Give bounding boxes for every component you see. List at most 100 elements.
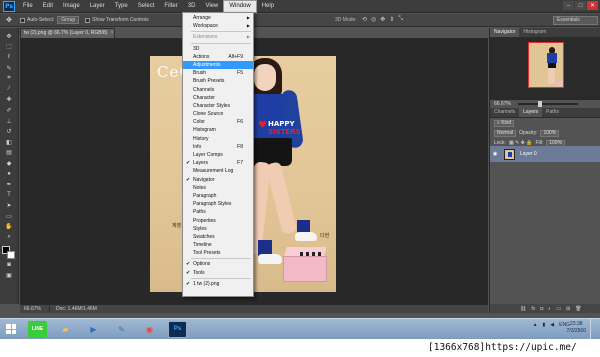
maximize-icon[interactable]: □ <box>575 1 586 10</box>
brush-tool-icon[interactable]: ✐ <box>3 105 15 116</box>
clone-stamp-tool-icon[interactable]: ⊥ <box>3 116 15 127</box>
tab-histogram[interactable]: Histogram <box>519 28 550 37</box>
tab-navigator[interactable]: Navigator <box>490 28 520 37</box>
window-menu-item-character-styles[interactable]: Character Styles <box>183 102 253 110</box>
layer-kind-filter[interactable]: ⌕ Kind <box>494 119 515 127</box>
window-menu-item-character[interactable]: Character <box>183 94 253 102</box>
minimize-icon[interactable]: – <box>563 1 574 10</box>
window-menu-item-3d[interactable]: 3D <box>183 45 253 53</box>
window-menu-item-navigator[interactable]: ✔ Navigator <box>183 176 253 184</box>
navigator-thumbnail[interactable] <box>528 42 564 88</box>
healing-brush-tool-icon[interactable]: ✚ <box>3 95 15 106</box>
window-menu-item-brush[interactable]: Brush F5 <box>183 69 253 77</box>
path-selection-tool-icon[interactable]: ➤ <box>3 201 15 212</box>
doc-size[interactable]: Doc: 1.46M/1.46M <box>50 306 97 312</box>
window-menu-item-tools[interactable]: ✔ Tools <box>183 269 253 277</box>
window-menu-item-info[interactable]: Info F8 <box>183 143 253 151</box>
zoom-tool-icon[interactable]: ⌕ <box>3 232 15 243</box>
window-menu-item-paragraph-styles[interactable]: Paragraph Styles <box>183 200 253 208</box>
pen-tool-icon[interactable]: ✒ <box>3 179 15 190</box>
auto-select-checkbox[interactable] <box>20 17 25 23</box>
dodge-tool-icon[interactable]: ● <box>3 169 15 180</box>
taskbar-photoshop[interactable]: Ps <box>168 320 187 338</box>
eraser-tool-icon[interactable]: ◧ <box>3 137 15 148</box>
slide-3d-icon[interactable]: ⇕ <box>389 16 394 23</box>
visibility-eye-icon[interactable]: ◉ <box>490 151 500 157</box>
marquee-tool-icon[interactable]: ⬚ <box>3 42 15 53</box>
zoom-slider-knob[interactable] <box>537 101 542 107</box>
navigator-preview[interactable] <box>490 38 600 100</box>
move-tool-icon[interactable]: ✥ <box>4 16 14 25</box>
drag-3d-icon[interactable]: ✥ <box>380 16 385 23</box>
window-menu-item-1-tw-2-png[interactable]: ✔ 1 tw (2).png <box>183 280 253 288</box>
window-menu-item-actions[interactable]: Actions Alt+F9 <box>183 53 253 61</box>
crop-tool-icon[interactable]: ⌗ <box>3 73 15 84</box>
menu-image[interactable]: Image <box>58 0 85 13</box>
eyedropper-tool-icon[interactable]: ⁄ <box>3 84 15 95</box>
layer-name[interactable]: Layer 0 <box>520 151 537 157</box>
show-desktop-button[interactable] <box>590 319 598 340</box>
window-menu-item-options[interactable]: ✔ Options <box>183 260 253 268</box>
workspace-switcher[interactable]: Essentials <box>553 16 598 25</box>
background-color-swatch[interactable] <box>7 250 15 259</box>
scale-3d-icon[interactable]: ⤡ <box>398 16 403 23</box>
type-tool-icon[interactable]: T <box>3 190 15 201</box>
color-swatches[interactable] <box>2 245 16 260</box>
rotate-3d-icon[interactable]: ⟲ <box>362 16 367 23</box>
window-menu-item-measurement-log[interactable]: Measurement Log <box>183 167 253 175</box>
tab-paths[interactable]: Paths <box>542 108 563 117</box>
document-tab[interactable]: tw (2).png @ 66.7% (Layer 0, RGB/8) × <box>20 28 115 38</box>
window-menu-item-adjustments[interactable]: Adjustments <box>183 60 253 70</box>
window-menu-item-channels[interactable]: Channels <box>183 86 253 94</box>
taskbar-file-explorer[interactable]: ▰ <box>56 321 75 338</box>
window-menu-item-layers[interactable]: ✔ Layers F7 <box>183 159 253 167</box>
window-menu-item-paragraph[interactable]: Paragraph <box>183 192 253 200</box>
blend-mode-select[interactable]: Normal <box>494 129 517 137</box>
show-transform-checkbox[interactable] <box>85 17 91 23</box>
window-menu-item-workspace[interactable]: Workspace ▶ <box>183 22 253 30</box>
window-menu-item-layer-comps[interactable]: Layer Comps <box>183 151 253 159</box>
new-layer-icon[interactable]: ⊞ <box>566 306 570 312</box>
auto-select-dropdown[interactable]: Group <box>57 16 80 24</box>
window-menu-item-styles[interactable]: Styles <box>183 225 253 233</box>
lasso-tool-icon[interactable]: ℓ <box>3 52 15 63</box>
menu-help[interactable]: Help <box>257 0 279 13</box>
navigator-zoom-slider[interactable] <box>517 101 578 107</box>
window-menu-item-arrange[interactable]: Arrange ▶ <box>183 14 253 22</box>
menu-file[interactable]: File <box>18 0 38 13</box>
menu-select[interactable]: Select <box>133 0 160 13</box>
blur-tool-icon[interactable]: ◆ <box>3 158 15 169</box>
gradient-tool-icon[interactable]: ▤ <box>3 148 15 159</box>
zoom-level[interactable]: 66.67% <box>20 306 50 312</box>
menu-filter[interactable]: Filter <box>159 0 182 13</box>
window-menu-item-brush-presets[interactable]: Brush Presets <box>183 77 253 85</box>
window-menu-item-properties[interactable]: Properties <box>183 217 253 225</box>
layer-style-icon[interactable]: fx <box>531 306 535 312</box>
taskbar-paint[interactable]: ✎ <box>112 321 131 338</box>
start-button[interactable] <box>2 320 20 338</box>
menu-edit[interactable]: Edit <box>38 0 58 13</box>
close-tab-icon[interactable]: × <box>110 30 113 36</box>
move-tool-icon[interactable]: ✥ <box>3 31 15 42</box>
taskbar-media[interactable]: ▶ <box>84 321 103 338</box>
window-menu-item-history[interactable]: History <box>183 135 253 143</box>
close-icon[interactable]: ✕ <box>587 1 598 10</box>
delete-layer-icon[interactable]: 🗑 <box>575 306 581 312</box>
window-menu-item-tool-presets[interactable]: Tool Presets <box>183 249 253 257</box>
window-menu-item-paths[interactable]: Paths <box>183 208 253 216</box>
window-menu-item-notes[interactable]: Notes <box>183 184 253 192</box>
taskbar-clock[interactable]: 23:38 7/3/2560 <box>567 321 586 335</box>
opacity-field[interactable]: 100% <box>540 129 560 137</box>
history-brush-tool-icon[interactable]: ↺ <box>3 126 15 137</box>
menu-layer[interactable]: Layer <box>85 0 110 13</box>
quick-select-tool-icon[interactable]: ✎ <box>3 63 15 74</box>
hand-tool-icon[interactable]: ✋ <box>3 222 15 233</box>
layer-row[interactable]: ◉ Layer 0 <box>490 146 600 162</box>
taskbar-line[interactable]: LINE <box>28 320 47 338</box>
window-menu-item-color[interactable]: Color F6 <box>183 118 253 126</box>
tab-channels[interactable]: Channels <box>490 108 519 117</box>
adjustment-layer-icon[interactable]: ◐ <box>548 306 551 312</box>
tab-layers[interactable]: Layers <box>519 108 543 117</box>
add-mask-icon[interactable]: ◘ <box>540 306 543 312</box>
roll-3d-icon[interactable]: ◎ <box>371 16 376 23</box>
